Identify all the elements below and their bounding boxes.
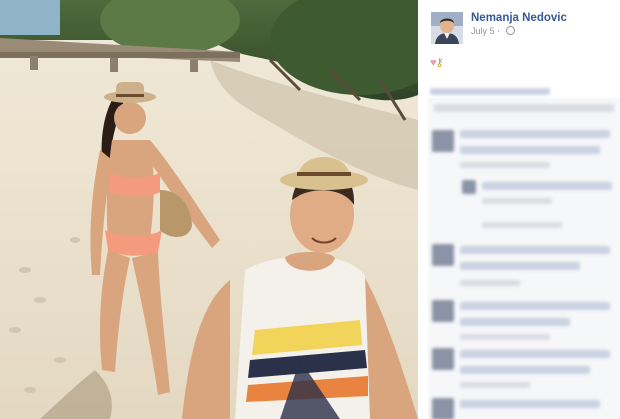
profile-picture-icon <box>431 12 463 44</box>
blurred-avatar <box>432 398 454 419</box>
blurred-line <box>460 318 570 326</box>
blurred-line <box>460 302 610 310</box>
comments-panel <box>428 98 620 419</box>
key-icon: ⚷ <box>435 57 444 69</box>
blurred-line <box>460 334 550 340</box>
blurred-line <box>460 280 520 286</box>
blurred-line <box>460 400 600 408</box>
blurred-line <box>482 182 612 190</box>
post-photo[interactable] <box>0 0 418 419</box>
meta-separator: · <box>497 26 501 36</box>
beach-photo-image <box>0 0 418 419</box>
blurred-avatar <box>462 180 476 194</box>
blurred-line <box>482 222 562 228</box>
blurred-line <box>460 366 590 374</box>
globe-icon <box>505 26 515 36</box>
blurred-line <box>460 162 550 168</box>
blurred-line <box>460 382 530 388</box>
blurred-line <box>460 350 610 358</box>
post-date-link[interactable]: July 5 <box>471 26 495 36</box>
author-avatar[interactable] <box>431 12 463 44</box>
author-name-link[interactable]: Nemanja Nedovic <box>471 12 567 24</box>
blurred-line <box>482 198 552 204</box>
blurred-avatar <box>432 300 454 322</box>
blurred-avatar <box>432 130 454 152</box>
post-text: ♥⚷ <box>430 56 444 69</box>
blurred-line <box>460 130 610 138</box>
post-meta: July 5 · <box>471 26 515 36</box>
blurred-line <box>460 262 580 270</box>
blurred-avatar <box>432 348 454 370</box>
blurred-avatar <box>432 244 454 266</box>
blurred-line <box>460 246 610 254</box>
blurred-line <box>434 104 614 112</box>
post-sidebar: Nemanja Nedovic July 5 · ♥⚷ <box>418 0 620 419</box>
blurred-reactions-bar <box>430 88 550 95</box>
blurred-line <box>460 146 600 154</box>
